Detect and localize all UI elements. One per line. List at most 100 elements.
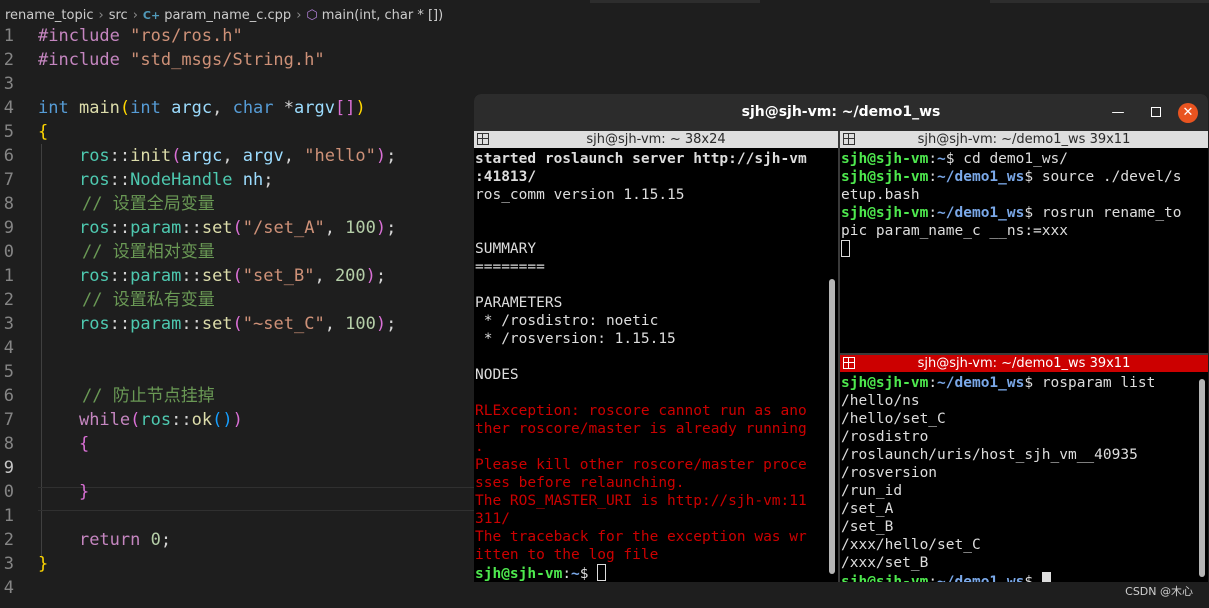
prompt-line: sjh@sjh-vm:~/demo1_ws$ source ./devel/s [841, 169, 1182, 185]
terminal-line: * /rosversion: 1.15.15 [475, 331, 676, 347]
function-symbol-icon: ⬡ [306, 7, 318, 23]
line-number: 0 [3, 482, 14, 502]
line-number: 3 [3, 314, 14, 334]
line-number: 2 [3, 290, 14, 310]
close-button[interactable]: ✕ [1178, 103, 1198, 123]
code-comment: // 设置全局变量 [82, 194, 215, 214]
cpp-file-icon: C+ [142, 8, 161, 22]
error-line: RLException: roscore cannot run as ano [475, 403, 807, 419]
number-literal: 0 [150, 530, 161, 550]
scrollbar[interactable] [1199, 379, 1205, 577]
line-number: 7 [3, 410, 14, 430]
maximize-button[interactable] [1146, 103, 1166, 123]
param-item: /set_B [841, 519, 894, 535]
line-number: 8 [3, 434, 14, 454]
tab-strip-edge [990, 0, 1209, 3]
breadcrumb-subfolder[interactable]: src [109, 8, 128, 23]
error-line: ther roscore/master is already running [475, 421, 807, 437]
line-number: 1 [3, 266, 14, 286]
line-number: 4 [3, 98, 14, 118]
line-number: 9 [3, 218, 14, 238]
terminal-line: ======== [475, 259, 545, 275]
terminal-line: :41813/ [475, 169, 537, 185]
terminal-pane-left[interactable]: sjh@sjh-vm: ~ 38x24 started roslaunch se… [474, 131, 838, 582]
terminal-line: * /rosdistro: noetic [475, 313, 659, 329]
pane-header[interactable]: sjh@sjh-vm: ~/demo1_ws 39x11 [840, 131, 1208, 148]
param-item: /rosdistro [841, 429, 929, 445]
breadcrumb-file[interactable]: param_name_c.cpp [164, 8, 291, 23]
param-item: /run_id [841, 483, 903, 499]
code-comment: // 设置私有变量 [82, 290, 215, 310]
tab-strip-edge [590, 0, 760, 3]
terminal-window[interactable]: sjh@sjh-vm: ~/demo1_ws — ✕ sjh@sjh-vm: ~… [474, 94, 1208, 582]
code-line: ros::param::set("set_B", 200); [78, 266, 387, 286]
terminal-line: NODES [475, 367, 519, 383]
error-line: Please kill other roscore/master proce [475, 457, 807, 473]
breadcrumb-folder[interactable]: rename_topic [5, 8, 94, 23]
terminal-line: pic param_name_c __ns:=xxx [841, 223, 1068, 239]
include-path: "ros/ros.h" [130, 26, 243, 46]
error-line: The ROS_MASTER_URI is http://sjh-vm:11 [475, 493, 807, 509]
text-cursor [1041, 572, 1051, 582]
split-pane-icon[interactable] [843, 357, 855, 369]
code-line: while(ros::ok()) [78, 410, 243, 430]
code-line: ros::NodeHandle nh; [78, 170, 274, 190]
text-cursor [841, 240, 850, 257]
scrollbar[interactable] [829, 279, 835, 574]
param-item: /xxx/hello/set_C [841, 537, 981, 553]
line-number: 2 [3, 50, 14, 70]
chevron-right-icon: › [296, 7, 302, 23]
error-line: itten to the log file [475, 547, 659, 563]
string-literal: "~set_C" [242, 314, 325, 334]
close-icon: ✕ [1182, 105, 1194, 120]
maximize-icon [1151, 107, 1161, 117]
line-number: 4 [3, 578, 14, 598]
code-line: int main(int argc, char *argv[]) [38, 98, 366, 118]
param-item: /rosversion [841, 465, 938, 481]
code-line: ros::param::set("~set_C", 100); [78, 314, 397, 334]
terminal-title: sjh@sjh-vm: ~/demo1_ws [474, 94, 1208, 131]
code-line: { [38, 122, 49, 142]
pane-header-active[interactable]: sjh@sjh-vm: ~/demo1_ws 39x11 [840, 355, 1208, 372]
error-line: 311/ [475, 511, 510, 527]
breadcrumb-symbol[interactable]: main(int, char * []) [322, 8, 443, 23]
split-pane-icon[interactable] [477, 133, 489, 145]
code-line: ros::init(argc, argv, "hello"); [78, 146, 397, 166]
number-literal: 100 [345, 314, 376, 334]
param-item: /set_A [841, 501, 894, 517]
string-literal: "set_B" [242, 266, 315, 286]
split-pane-icon[interactable] [843, 133, 855, 145]
line-number: 9 [3, 458, 14, 478]
minimize-button[interactable]: — [1108, 103, 1128, 123]
code-comment: // 防止节点挂掉 [82, 386, 215, 406]
error-line: sses before relaunching. [475, 475, 685, 491]
pane-title: sjh@sjh-vm: ~/demo1_ws 39x11 [917, 356, 1131, 371]
pane-title: sjh@sjh-vm: ~/demo1_ws 39x11 [917, 132, 1131, 147]
line-number: 0 [3, 242, 14, 262]
terminal-line: ros_comm version 1.15.15 [475, 187, 685, 203]
code-line: { [78, 434, 90, 454]
line-number: 7 [3, 170, 14, 190]
number-literal: 200 [334, 266, 366, 286]
error-line: The traceback for the exception was wr [475, 529, 807, 545]
terminal-line: SUMMARY [475, 241, 537, 257]
line-number: 3 [3, 74, 14, 94]
error-line: . [475, 439, 484, 455]
terminal-pane-top-right[interactable]: sjh@sjh-vm: ~/demo1_ws 39x11 sjh@sjh-vm:… [840, 131, 1208, 353]
chevron-right-icon: › [132, 7, 138, 23]
line-number: 1 [3, 506, 14, 526]
prompt-line: sjh@sjh-vm:~/demo1_ws$ rosparam list [841, 375, 1156, 391]
pane-header[interactable]: sjh@sjh-vm: ~ 38x24 [474, 131, 838, 148]
terminal-pane-bottom-right[interactable]: sjh@sjh-vm: ~/demo1_ws 39x11 sjh@sjh-vm:… [840, 355, 1208, 582]
line-number: 5 [3, 122, 14, 142]
current-line-highlight [38, 487, 475, 511]
prompt-line: sjh@sjh-vm:~$ [475, 564, 607, 582]
code-comment: // 设置相对变量 [82, 242, 215, 262]
number-literal: 100 [345, 218, 376, 238]
code-line: #include "ros/ros.h" [38, 26, 243, 46]
terminal-line: PARAMETERS [475, 295, 563, 311]
line-number: 8 [3, 194, 14, 214]
param-item: /roslaunch/uris/host_sjh_vm__40935 [841, 447, 1138, 463]
prompt-line: sjh@sjh-vm:~/demo1_ws$ rosrun rename_to [841, 205, 1182, 221]
cursor-line [841, 240, 850, 259]
